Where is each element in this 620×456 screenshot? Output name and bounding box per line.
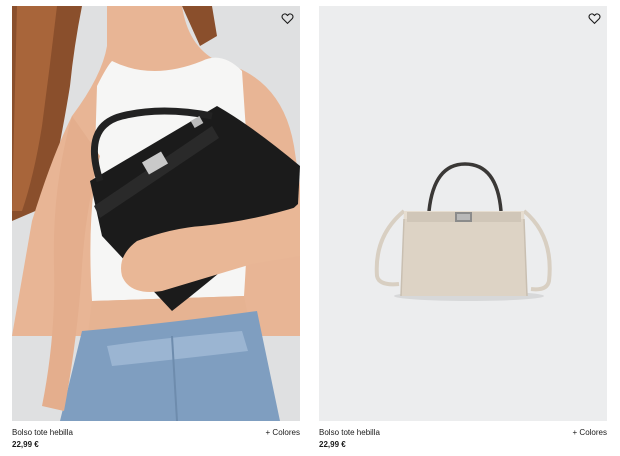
product-image[interactable]: [12, 6, 300, 421]
more-colors-link[interactable]: + Colores: [266, 428, 300, 438]
product-info: Bolso tote hebilla 22,99 € + Colores: [12, 428, 300, 452]
favorite-button[interactable]: [588, 12, 601, 25]
product-name[interactable]: Bolso tote hebilla: [319, 428, 380, 438]
heart-outline-icon: [588, 13, 601, 25]
product-grid: Bolso tote hebilla 22,99 € + Colores Bol…: [12, 6, 608, 452]
favorite-button[interactable]: [281, 12, 294, 25]
product-card[interactable]: Bolso tote hebilla 22,99 € + Colores: [319, 6, 607, 452]
product-image[interactable]: [319, 6, 607, 421]
product-price: 22,99 €: [12, 440, 39, 449]
beige-bag-product-image: [319, 6, 607, 421]
model-with-black-bag-image: [12, 6, 300, 421]
more-colors-link[interactable]: + Colores: [573, 428, 607, 438]
product-card[interactable]: Bolso tote hebilla 22,99 € + Colores: [12, 6, 300, 452]
product-info: Bolso tote hebilla 22,99 € + Colores: [319, 428, 607, 452]
heart-outline-icon: [281, 13, 294, 25]
product-price: 22,99 €: [319, 440, 346, 449]
product-name[interactable]: Bolso tote hebilla: [12, 428, 73, 438]
